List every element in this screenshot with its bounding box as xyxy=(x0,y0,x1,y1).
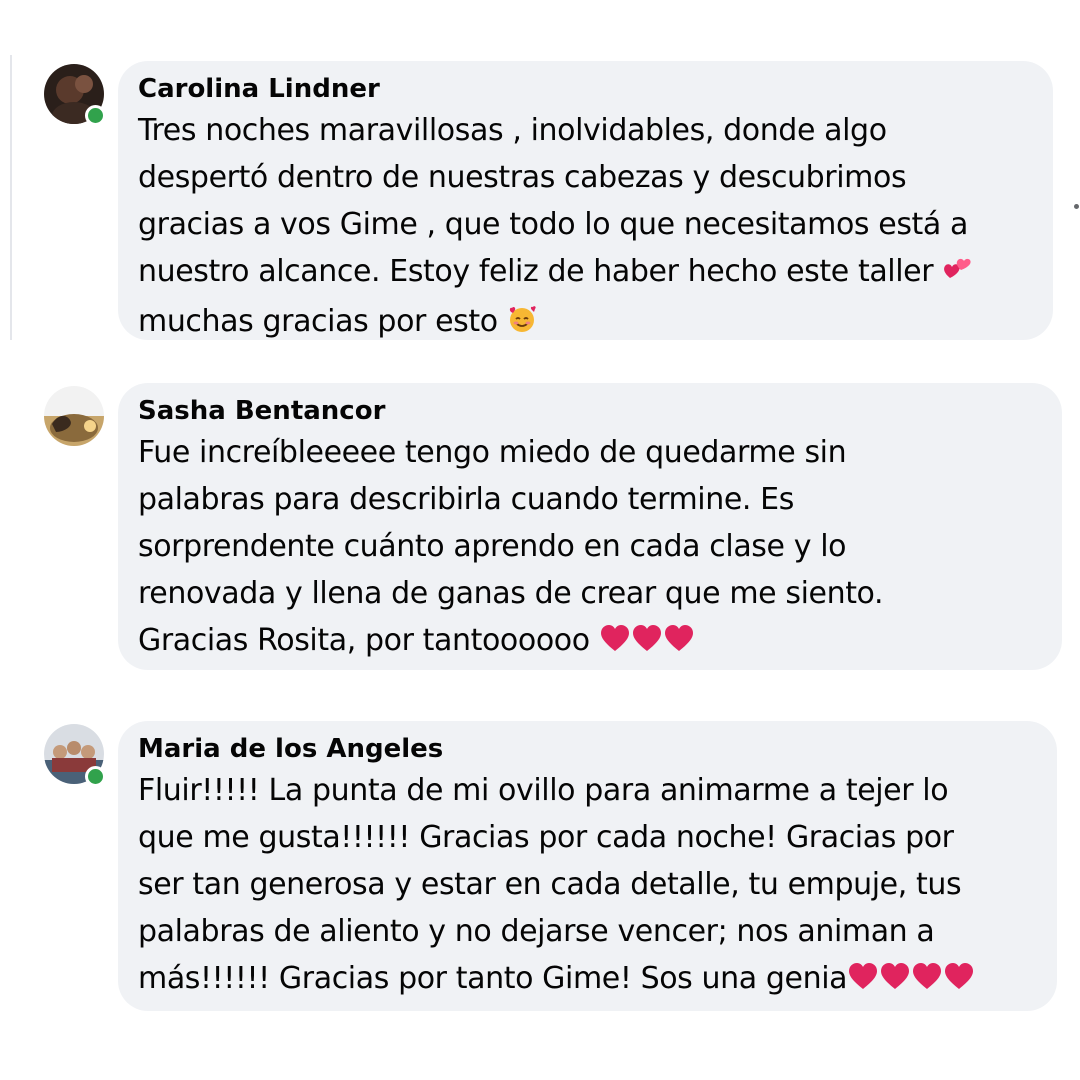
smiling-face-with-hearts-emoji xyxy=(507,301,537,348)
comment-author[interactable]: Carolina Lindner xyxy=(138,71,1033,107)
comment-text-line: que me gusta!!!!!! Gracias por cada noch… xyxy=(138,820,954,855)
comment-text-line-with-emoji: Gracias Rosita, por tantoooooo xyxy=(138,617,1042,667)
comment-text-segment: Gracias Rosita, por tantoooooo xyxy=(138,623,590,658)
comment-text-line-with-emoji: más!!!!!! Gracias por tanto Gime! Sos un… xyxy=(138,955,1037,1005)
comment-text: Tres noches maravillosas , inolvidables,… xyxy=(138,107,1033,348)
red-heart-emoji xyxy=(943,958,975,1005)
red-heart-emoji xyxy=(879,958,911,1005)
comment-text: Fluir!!!!! La punta de mi ovillo para an… xyxy=(138,767,1037,1005)
red-heart-emoji xyxy=(663,620,695,667)
online-status-dot xyxy=(85,766,106,787)
comment-text-line: Fue increíbleeeee tengo miedo de quedarm… xyxy=(138,435,847,470)
comment-text-segment: más!!!!!! Gracias por tanto Gime! Sos un… xyxy=(138,961,848,996)
comment-text-line: sorprendente cuánto aprendo en cada clas… xyxy=(138,529,847,564)
thread-connector-line xyxy=(10,55,12,340)
avatar[interactable] xyxy=(44,386,104,446)
comment-bubble: Sasha Bentancor Fue increíbleeeee tengo … xyxy=(118,383,1062,670)
comment-text-line: gracias a vos Gime , que todo lo que nec… xyxy=(138,207,969,242)
comment-bubble: Carolina Lindner Tres noches maravillosa… xyxy=(118,61,1053,340)
comment-text-segment: nuestro alcance. Estoy feliz de haber he… xyxy=(138,254,934,289)
red-heart-emoji xyxy=(911,958,943,1005)
online-status-dot xyxy=(85,105,106,126)
comment-text-segment: muchas gracias por esto xyxy=(138,304,498,339)
red-heart-emoji xyxy=(599,620,631,667)
comment-text-line-with-emoji: muchas gracias por esto xyxy=(138,298,1033,348)
comment-text-line-with-emoji: nuestro alcance. Estoy feliz de haber he… xyxy=(138,248,1033,298)
comment-text: Fue increíbleeeee tengo miedo de quedarm… xyxy=(138,429,1042,667)
two-hearts-emoji xyxy=(942,251,972,298)
red-heart-emoji xyxy=(631,620,663,667)
comment-text-line: palabras para describirla cuando termine… xyxy=(138,482,794,517)
red-heart-emoji xyxy=(847,958,879,1005)
comment-text-line: palabras de aliento y no dejarse vencer;… xyxy=(138,914,935,949)
comment-author[interactable]: Maria de los Angeles xyxy=(138,731,1037,767)
comment-text-line: Tres noches maravillosas , inolvidables,… xyxy=(138,113,887,148)
comment-text-line: despertó dentro de nuestras cabezas y de… xyxy=(138,160,907,195)
comment-author[interactable]: Sasha Bentancor xyxy=(138,393,1042,429)
comment-text-line: Fluir!!!!! La punta de mi ovillo para an… xyxy=(138,773,949,808)
scroll-indicator-dot xyxy=(1074,204,1079,209)
comment-bubble: Maria de los Angeles Fluir!!!!! La punta… xyxy=(118,721,1057,1011)
comment-text-line: ser tan generosa y estar en cada detalle… xyxy=(138,867,962,902)
comment-text-line: renovada y llena de ganas de crear que m… xyxy=(138,576,884,611)
